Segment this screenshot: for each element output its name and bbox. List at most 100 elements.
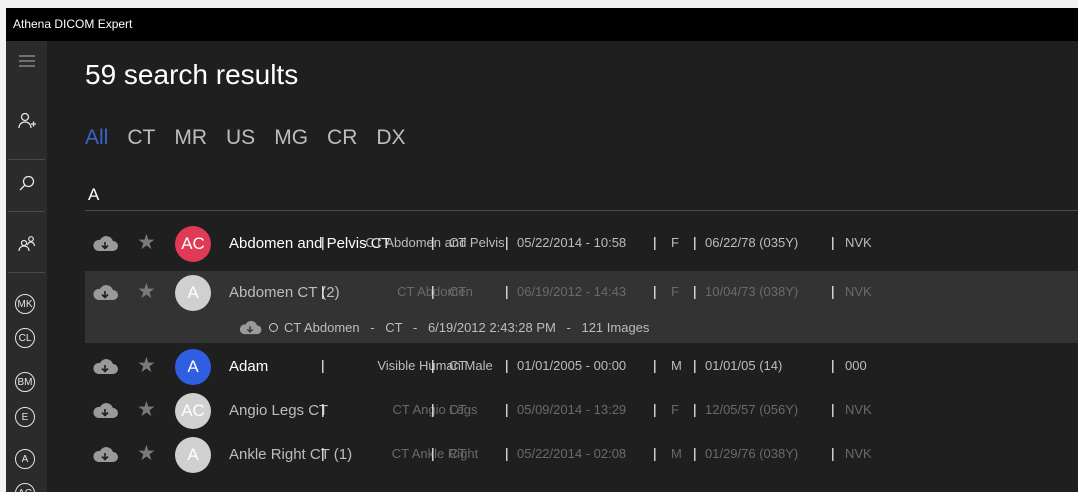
study-description: CT Ankle Right [391, 446, 479, 461]
modality: CT [449, 284, 467, 299]
study-date: 06/19/2012 - 14:43 [517, 284, 627, 299]
search-button[interactable] [6, 163, 47, 203]
patient-row[interactable]: ★ A Abdomen CT (2) | CT Abdomen | CT | 06/19/201… [85, 271, 1078, 313]
column-separator: | [431, 234, 435, 250]
series-image-count: 121 Images [581, 320, 650, 335]
study-date: 05/22/2014 - 10:58 [517, 235, 627, 250]
search-results-panel: 59 search results All CT MR US MG CR DX … [47, 41, 1078, 492]
group-divider [85, 210, 1078, 211]
sidebar-divider [8, 159, 45, 160]
avatar: AC [175, 226, 211, 262]
study-description: CT Abdomen [397, 284, 473, 299]
favorite-star-icon[interactable]: ★ [137, 397, 156, 422]
sidebar-divider [8, 211, 45, 212]
study-date: 05/09/2014 - 13:29 [517, 402, 627, 417]
column-separator: | [505, 357, 509, 373]
title-bar: Athena DICOM Expert [6, 8, 1078, 41]
patient-row[interactable]: ★ A Ankle Right CT (1) | CT Ankle Right | CT | 0… [85, 433, 1078, 475]
recent-patient-button[interactable]: MK [15, 294, 35, 314]
tab-mg[interactable]: MG [274, 126, 308, 150]
series-info: CT Abdomen - CT - 6/19/2012 2:43:28 PM -… [284, 320, 649, 335]
patient-row[interactable]: ★ AC Angio Legs CT | CT Angio Legs | CT | 05/09/… [85, 389, 1078, 431]
recent-patient-button[interactable]: AC [15, 483, 35, 492]
recent-patient-button[interactable]: BM [15, 372, 35, 392]
patients-button[interactable] [6, 224, 47, 264]
cloud-download-icon[interactable] [92, 285, 118, 301]
modality: CT [449, 235, 467, 250]
tab-dx[interactable]: DX [376, 126, 405, 150]
modality: CT [449, 358, 467, 373]
hamburger-icon [18, 55, 35, 67]
tab-cr[interactable]: CR [327, 126, 357, 150]
modality: CT [449, 402, 467, 417]
cloud-download-icon[interactable] [92, 359, 118, 375]
column-separator: | [431, 401, 435, 417]
cloud-download-icon[interactable] [238, 321, 262, 335]
column-separator: | [431, 357, 435, 373]
column-separator: | [693, 283, 697, 299]
favorite-star-icon[interactable]: ★ [137, 279, 156, 304]
patient-sex: F [671, 235, 679, 250]
study-description: CT Angio Legs [392, 402, 478, 417]
cloud-download-icon[interactable] [92, 236, 118, 252]
patient-id: NVK [845, 446, 872, 461]
series-separator: - [412, 320, 418, 335]
column-separator: | [831, 357, 835, 373]
column-separator: | [505, 445, 509, 461]
favorite-star-icon[interactable]: ★ [137, 230, 156, 255]
avatar: A [175, 275, 211, 311]
series-separator: - [370, 320, 375, 335]
tab-all[interactable]: All [85, 126, 108, 150]
patient-dob: 06/22/78 (035Y) [705, 235, 799, 250]
column-separator: | [831, 401, 835, 417]
favorite-star-icon[interactable]: ★ [137, 441, 156, 466]
avatar: A [175, 437, 211, 473]
tab-ct[interactable]: CT [127, 126, 155, 150]
patient-dob: 10/04/73 (038Y) [705, 284, 799, 299]
tab-mr[interactable]: MR [174, 126, 207, 150]
favorite-star-icon[interactable]: ★ [137, 353, 156, 378]
patient-dob: 12/05/57 (056Y) [705, 402, 799, 417]
avatar: AC [175, 393, 211, 429]
tab-us[interactable]: US [226, 126, 255, 150]
study-description: CT Abdomen and Pelvis [365, 235, 505, 250]
add-patient-button[interactable] [6, 101, 47, 141]
column-separator: | [431, 283, 435, 299]
patient-row[interactable]: ★ A Adam | Visible Human Male | CT | 01/01/2005 … [85, 345, 1078, 387]
patient-name: Adam [229, 358, 269, 375]
patient-id: NVK [845, 402, 872, 417]
column-separator: | [321, 357, 325, 373]
patient-dob: 01/29/76 (038Y) [705, 446, 799, 461]
add-person-icon [17, 112, 36, 129]
column-separator: | [693, 234, 697, 250]
search-icon [19, 175, 34, 191]
column-separator: | [831, 283, 835, 299]
column-separator: | [505, 283, 509, 299]
column-separator: | [653, 234, 657, 250]
patient-id: NVK [845, 235, 872, 250]
patient-row[interactable]: ★ AC Abdomen and Pelvis CT | CT Abdomen and … [85, 222, 1078, 264]
recent-patient-button[interactable]: E [15, 407, 35, 427]
patient-sex: F [671, 284, 679, 299]
page-title: 59 search results [85, 59, 299, 90]
column-separator: | [653, 445, 657, 461]
series-modality: CT [385, 320, 403, 335]
modality-filter-tabs: All CT MR US MG CR DX [85, 126, 406, 150]
series-row[interactable]: CT Abdomen - CT - 6/19/2012 2:43:28 PM -… [85, 313, 1078, 343]
column-separator: | [653, 401, 657, 417]
cloud-download-icon[interactable] [92, 447, 118, 463]
patient-sex: M [671, 358, 682, 373]
column-separator: | [831, 234, 835, 250]
column-separator: | [693, 401, 697, 417]
hamburger-menu-button[interactable] [6, 41, 47, 81]
patient-sex: F [671, 402, 679, 417]
recent-patient-button[interactable]: A [15, 449, 35, 469]
series-separator: - [566, 320, 571, 335]
cloud-download-icon[interactable] [92, 403, 118, 419]
people-icon [17, 236, 35, 252]
sidebar-divider [8, 272, 45, 273]
column-separator: | [831, 445, 835, 461]
patient-name: Angio Legs CT [229, 402, 329, 419]
recent-patient-button[interactable]: CL [15, 328, 35, 348]
column-separator: | [505, 234, 509, 250]
